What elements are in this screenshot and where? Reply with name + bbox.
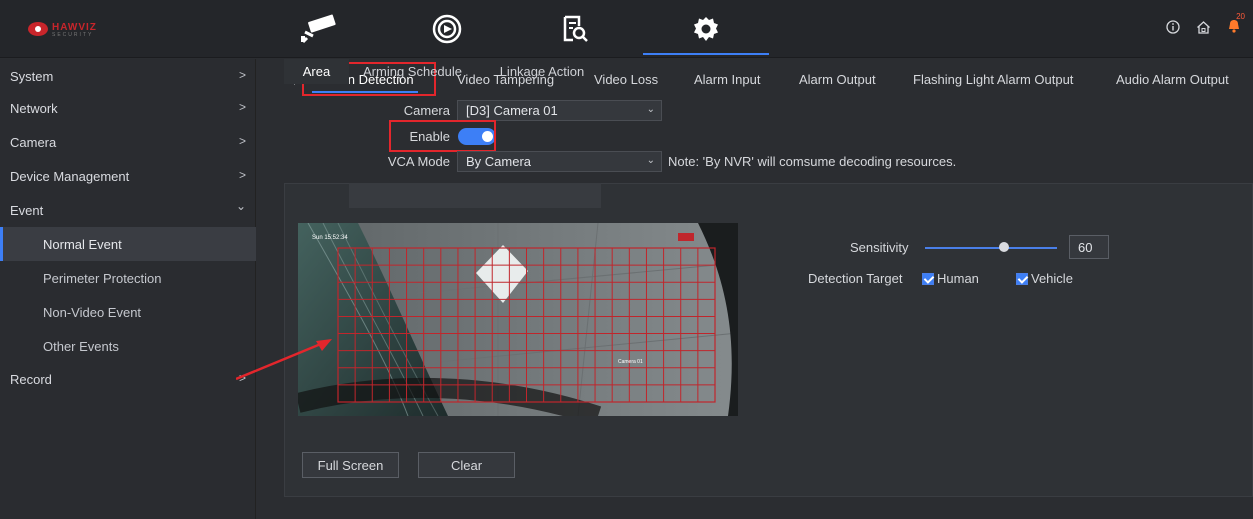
chevron-down-icon: ⌄: [646, 104, 655, 115]
sensitivity-value[interactable]: 60: [1069, 235, 1109, 259]
tab-alarm-input[interactable]: Alarm Input: [694, 72, 760, 87]
sidebar-item-label: System: [10, 68, 54, 84]
chevron-down-icon: ⌄: [646, 155, 655, 166]
sensitivity-label: Sensitivity: [850, 240, 909, 255]
camera-select[interactable]: [D3] Camera 01 ⌄: [457, 100, 662, 121]
full-screen-button[interactable]: Full Screen: [302, 452, 399, 478]
video-timestamp: Sun 15:52:34: [312, 235, 348, 241]
sidebar-item-label: Event: [10, 202, 44, 218]
file-search-icon: [563, 15, 588, 42]
chevron-right-icon: >: [238, 100, 246, 114]
vehicle-checkbox[interactable]: [1016, 273, 1028, 285]
sidebar-item-non-video-event[interactable]: Non-Video Event: [0, 295, 256, 329]
camera-select-value: [D3] Camera 01: [466, 103, 558, 118]
sensitivity-value-text: 60: [1078, 240, 1093, 255]
full-screen-button-label: Full Screen: [317, 458, 384, 473]
top-bar: HAWVIZ SECURITY 20: [0, 0, 1253, 58]
sidebar-item-label: Non-Video Event: [43, 304, 142, 320]
sidebar-item-event[interactable]: Event ⌄: [0, 193, 256, 227]
motion-area-canvas[interactable]: Sun 15:52:34 Camera 01: [298, 223, 738, 416]
sidebar-item-record[interactable]: Record >: [0, 362, 256, 396]
topnav-live-view[interactable]: [256, 0, 382, 58]
clear-button[interactable]: Clear: [418, 452, 515, 478]
notification-bell[interactable]: 20: [1227, 12, 1245, 36]
sidebar-item-normal-event[interactable]: Normal Event: [0, 227, 256, 261]
info-icon[interactable]: [1166, 20, 1180, 34]
sidebar: System > Network > Camera > Device Manag…: [0, 59, 256, 519]
subtab-arming-schedule[interactable]: Arming Schedule: [349, 59, 476, 84]
brand-logo: HAWVIZ SECURITY: [28, 22, 124, 38]
detection-target-label: Detection Target: [808, 271, 903, 286]
sensitivity-slider[interactable]: [925, 247, 1057, 249]
sidebar-item-label: Camera: [10, 134, 57, 150]
human-checkbox[interactable]: [922, 273, 934, 285]
vca-mode-select-value: By Camera: [466, 154, 532, 169]
annotation-arrow-icon: [236, 339, 332, 381]
sidebar-item-label: Other Events: [43, 338, 119, 354]
highlight-box-enable: [389, 120, 496, 152]
notification-count: 20: [1236, 12, 1245, 21]
chevron-right-icon: >: [238, 68, 246, 82]
topnav-playback[interactable]: [384, 0, 510, 58]
subtab-area[interactable]: Area: [284, 59, 349, 84]
main-content: Motion Detection Video Tampering Video L…: [236, 59, 1253, 519]
subtab-linkage-action[interactable]: Linkage Action: [484, 59, 600, 84]
tab-alarm-output[interactable]: Alarm Output: [799, 72, 876, 87]
playback-icon: [432, 14, 462, 44]
sidebar-item-camera[interactable]: Camera >: [0, 125, 256, 159]
tab-flashing-light-alarm-output[interactable]: Flashing Light Alarm Output: [913, 72, 1073, 87]
sidebar-item-label: Device Management: [10, 168, 130, 184]
chevron-down-icon: ⌄: [235, 199, 246, 213]
chevron-right-icon: >: [238, 134, 246, 148]
top-right-icons: 20: [1166, 12, 1245, 36]
camera-preview[interactable]: Sun 15:52:34 Camera 01: [298, 223, 738, 416]
camera-label: Camera: [403, 103, 450, 118]
sensitivity-slider-handle[interactable]: [999, 242, 1009, 252]
subtab-bar: [349, 183, 601, 208]
tab-video-loss[interactable]: Video Loss: [594, 72, 658, 87]
sidebar-item-label: Network: [10, 100, 58, 116]
vehicle-label: Vehicle: [1031, 271, 1073, 286]
sidebar-item-perimeter-protection[interactable]: Perimeter Protection: [0, 261, 256, 295]
vca-mode-label: VCA Mode: [387, 154, 450, 169]
topnav-search[interactable]: [512, 0, 638, 58]
sidebar-item-device-management[interactable]: Device Management >: [0, 159, 256, 193]
logo-subtext: SECURITY: [52, 32, 94, 38]
topnav-configuration[interactable]: [643, 0, 769, 58]
eye-logo-icon: [28, 22, 48, 36]
sidebar-item-system[interactable]: System >: [0, 59, 256, 93]
camera-icon: [301, 14, 336, 44]
home-icon[interactable]: [1196, 20, 1211, 35]
sidebar-item-other-events[interactable]: Other Events: [0, 329, 256, 363]
video-camera-overlay: Camera 01: [618, 359, 643, 365]
chevron-right-icon: >: [238, 168, 246, 182]
clear-button-label: Clear: [450, 458, 483, 473]
sidebar-item-label: Record: [10, 371, 52, 387]
tab-audio-alarm-output[interactable]: Audio Alarm Output: [1116, 72, 1229, 87]
gear-icon: [694, 17, 718, 41]
vca-mode-select[interactable]: By Camera ⌄: [457, 151, 662, 172]
sidebar-item-network[interactable]: Network >: [0, 91, 256, 125]
human-label: Human: [937, 271, 979, 286]
sidebar-item-label: Normal Event: [43, 236, 122, 252]
sidebar-item-label: Perimeter Protection: [43, 270, 162, 286]
vca-note: Note: 'By NVR' will comsume decoding res…: [668, 154, 957, 169]
